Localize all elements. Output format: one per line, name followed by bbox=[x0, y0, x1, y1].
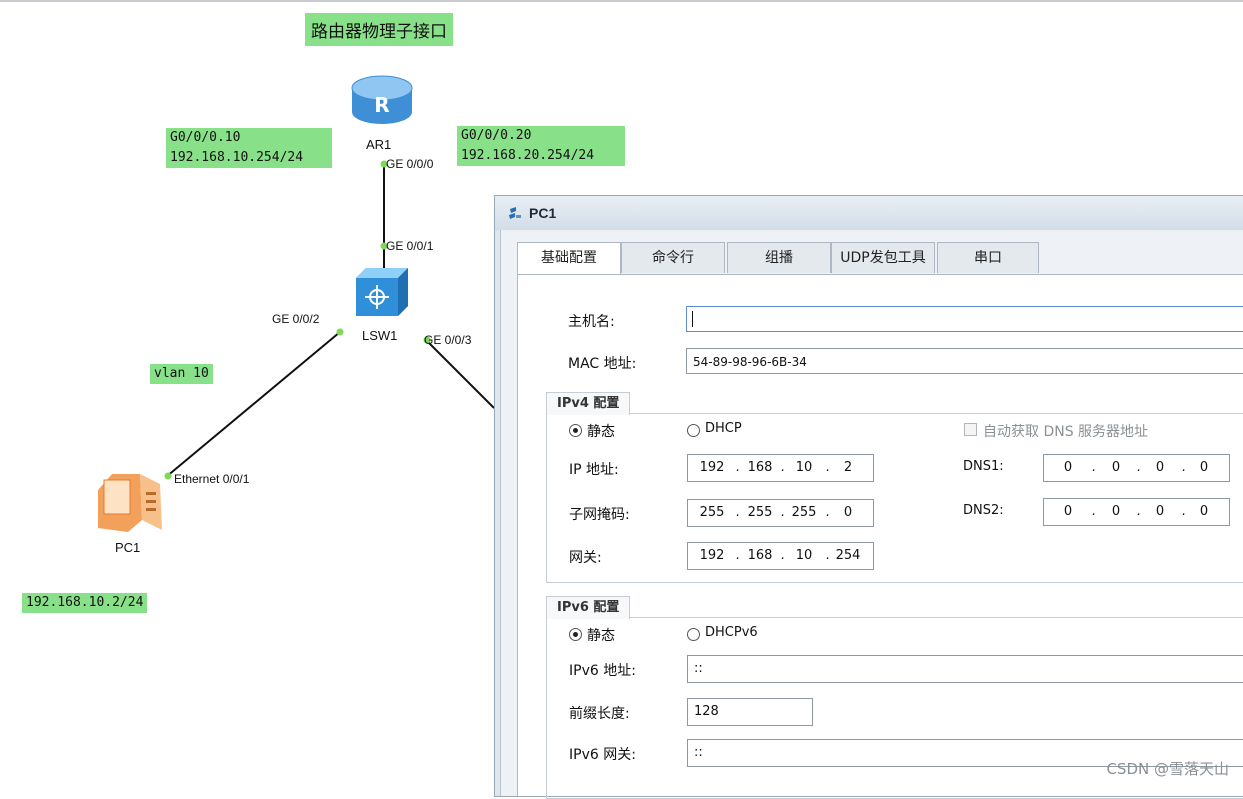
ipv6-group-title: IPv6 配置 bbox=[546, 596, 631, 619]
sub-if-10-ip: 192.168.10.254/24 bbox=[170, 150, 304, 165]
mask-octet-3: 255 bbox=[791, 505, 817, 520]
ipv4-dhcp-label: DHCP bbox=[705, 421, 742, 436]
pc-icon[interactable] bbox=[98, 474, 162, 532]
gw-octet-4: 254 bbox=[835, 548, 861, 563]
dns2-octet-2: 0 bbox=[1111, 504, 1121, 519]
topology-title: 路由器物理子接口 bbox=[305, 13, 453, 46]
ip-octet-4: 2 bbox=[843, 460, 853, 475]
gw-octet-1: 192 bbox=[699, 548, 725, 563]
prefix-length-label: 前缀长度: bbox=[569, 706, 630, 722]
ipv4-group-title: IPv4 配置 bbox=[546, 392, 631, 415]
basic-config-panel: 主机名: MAC 地址: 54-89-98-96-6B-34 IPv4 配置 静… bbox=[517, 274, 1243, 799]
port-label-lsw-ge002: GE 0/0/2 bbox=[272, 312, 320, 326]
tab-multicast[interactable]: 组播 bbox=[727, 242, 831, 273]
prefix-length-input[interactable]: 128 bbox=[687, 698, 813, 726]
ipv6-gateway-label: IPv6 网关: bbox=[569, 747, 636, 763]
port-label-lsw-ge001: GE 0/0/1 bbox=[386, 239, 434, 253]
mask-octet-4: 0 bbox=[843, 505, 853, 520]
dns2-label: DNS2: bbox=[963, 503, 1004, 518]
ipv6-address-input[interactable]: :: bbox=[687, 655, 1243, 683]
ip-address-input[interactable]: 192. 168. 10. 2 bbox=[687, 454, 874, 482]
tab-udp-tool[interactable]: UDP发包工具 bbox=[831, 242, 935, 273]
mask-octet-2: 255 bbox=[747, 505, 773, 520]
link-lsw1-pc1 bbox=[165, 331, 341, 478]
pc1-config-window[interactable]: PC1 基础配置 命令行 组播 UDP发包工具 串口 主机名: MAC 地址: … bbox=[494, 195, 1243, 799]
mac-field: 54-89-98-96-6B-34 bbox=[686, 348, 1243, 374]
svg-text:R: R bbox=[374, 93, 389, 117]
sub-if-20-ip: 192.168.20.254/24 bbox=[461, 148, 595, 163]
tab-basic-config[interactable]: 基础配置 bbox=[517, 242, 621, 274]
switch-name: LSW1 bbox=[362, 328, 398, 343]
ip-label: IP 地址: bbox=[569, 462, 619, 478]
switch-icon[interactable] bbox=[356, 268, 408, 316]
router-icon[interactable]: R bbox=[351, 75, 413, 124]
window-titlebar[interactable]: PC1 bbox=[495, 196, 1243, 230]
sub-if-20-label: G0/0/0.20 192.168.20.254/24 bbox=[457, 126, 625, 166]
port-label-pc-eth: Ethernet 0/0/1 bbox=[174, 472, 250, 486]
dns2-octet-1: 0 bbox=[1063, 504, 1073, 519]
pc-name: PC1 bbox=[115, 540, 141, 555]
pc-window-icon bbox=[509, 207, 521, 219]
watermark: CSDN @雪落天山 bbox=[1106, 760, 1229, 778]
sub-if-10-name: G0/0/0.10 bbox=[170, 130, 241, 145]
dns1-octet-4: 0 bbox=[1199, 460, 1209, 475]
dns1-octet-2: 0 bbox=[1111, 460, 1121, 475]
dns2-octet-3: 0 bbox=[1155, 504, 1165, 519]
gateway-input[interactable]: 192. 168. 10. 254 bbox=[687, 542, 874, 570]
dns1-octet-1: 0 bbox=[1063, 460, 1073, 475]
auto-dns-checkbox[interactable] bbox=[964, 423, 977, 436]
ip-octet-2: 168 bbox=[747, 460, 773, 475]
router-name: AR1 bbox=[366, 137, 392, 152]
ipv6-dhcp-radio[interactable] bbox=[687, 628, 700, 641]
port-label-ar1-ge000: GE 0/0/0 bbox=[386, 157, 434, 171]
window-body: 基础配置 命令行 组播 UDP发包工具 串口 主机名: MAC 地址: 54-8… bbox=[500, 230, 1243, 799]
mask-label: 子网掩码: bbox=[569, 507, 630, 523]
dns2-input[interactable]: 0. 0. 0. 0 bbox=[1043, 498, 1230, 526]
window-title: PC1 bbox=[529, 205, 557, 221]
dns1-octet-3: 0 bbox=[1155, 460, 1165, 475]
ipv6-static-radio[interactable] bbox=[569, 628, 582, 641]
ipv4-static-radio[interactable] bbox=[569, 424, 582, 437]
vlan-label: vlan 10 bbox=[150, 364, 213, 384]
sub-if-10-label: G0/0/0.10 192.168.10.254/24 bbox=[166, 128, 332, 168]
gateway-label: 网关: bbox=[569, 550, 602, 566]
hostname-input[interactable] bbox=[686, 306, 1243, 332]
auto-dns-label: 自动获取 DNS 服务器地址 bbox=[983, 424, 1149, 440]
tab-command-line[interactable]: 命令行 bbox=[621, 242, 725, 273]
link-lsw1-ge003 bbox=[425, 339, 495, 409]
subnet-mask-input[interactable]: 255. 255. 255. 0 bbox=[687, 499, 874, 527]
ipv4-group: IPv4 配置 静态 DHCP 自动获取 DNS 服务器地址 IP 地址: 19… bbox=[546, 392, 1243, 583]
gw-octet-2: 168 bbox=[747, 548, 773, 563]
dns1-input[interactable]: 0. 0. 0. 0 bbox=[1043, 454, 1230, 482]
ip-octet-3: 10 bbox=[795, 460, 813, 475]
mac-label: MAC 地址: bbox=[568, 356, 637, 372]
ipv6-static-label: 静态 bbox=[587, 628, 615, 644]
port-dot-pc1 bbox=[164, 472, 172, 480]
dns2-octet-4: 0 bbox=[1199, 504, 1209, 519]
ipv6-addr-label: IPv6 地址: bbox=[569, 663, 636, 679]
tab-serial[interactable]: 串口 bbox=[937, 242, 1039, 273]
ipv4-dhcp-radio[interactable] bbox=[687, 424, 700, 437]
text-cursor bbox=[692, 311, 693, 327]
ip-octet-1: 192 bbox=[699, 460, 725, 475]
port-dot-lsw-ge002 bbox=[336, 328, 344, 336]
dns1-label: DNS1: bbox=[963, 459, 1004, 474]
hostname-label: 主机名: bbox=[568, 314, 615, 330]
sub-if-20-name: G0/0/0.20 bbox=[461, 128, 532, 143]
port-label-lsw-ge003: GE 0/0/3 bbox=[424, 333, 472, 347]
pc-ip-label: 192.168.10.2/24 bbox=[22, 593, 148, 613]
gw-octet-3: 10 bbox=[795, 548, 813, 563]
ipv4-static-label: 静态 bbox=[587, 424, 615, 440]
mask-octet-1: 255 bbox=[699, 505, 725, 520]
ipv6-dhcp-label: DHCPv6 bbox=[705, 625, 758, 640]
